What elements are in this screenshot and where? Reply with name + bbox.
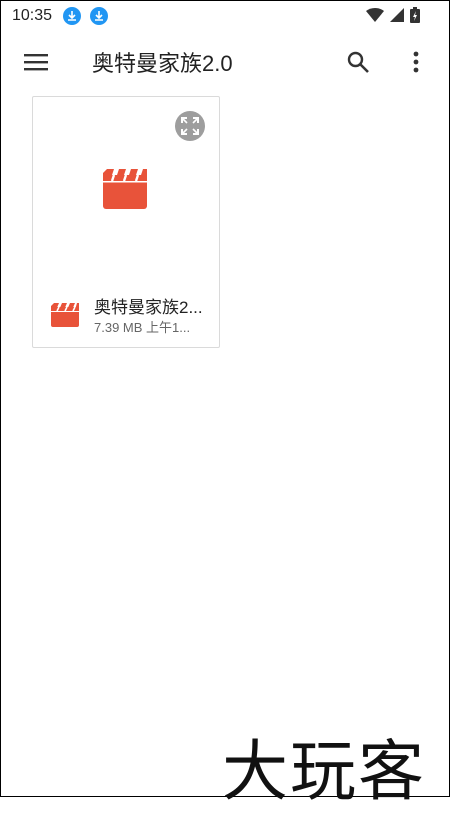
status-bar: 10:35 xyxy=(0,0,450,32)
file-name: 奥特曼家族2... xyxy=(94,298,203,317)
search-icon xyxy=(347,51,369,73)
download-icon xyxy=(63,7,81,25)
file-info: 奥特曼家族2... 7.39 MB 上午1... xyxy=(33,293,219,343)
page-title: 奥特曼家族2.0 xyxy=(92,51,233,76)
signal-icon xyxy=(390,8,404,27)
download-icon xyxy=(90,7,108,25)
search-button[interactable] xyxy=(340,44,376,80)
video-clapperboard-icon xyxy=(103,169,147,209)
wifi-icon xyxy=(366,8,384,27)
file-grid-item[interactable]: 奥特曼家族2... 7.39 MB 上午1... xyxy=(32,96,220,348)
app-bar: 奥特曼家族2.0 xyxy=(0,32,450,92)
video-file-icon xyxy=(51,303,79,327)
battery-charging-icon xyxy=(410,7,420,28)
status-time: 10:35 xyxy=(12,7,53,24)
file-meta: 7.39 MB 上午1... xyxy=(94,320,191,335)
more-vert-icon xyxy=(413,51,419,73)
expand-icon xyxy=(181,117,199,135)
watermark-logo: 大玩客 xyxy=(222,733,426,810)
menu-icon xyxy=(24,54,48,71)
more-options-button[interactable] xyxy=(400,44,432,80)
menu-button[interactable] xyxy=(16,44,56,80)
expand-preview-button[interactable] xyxy=(175,111,205,141)
